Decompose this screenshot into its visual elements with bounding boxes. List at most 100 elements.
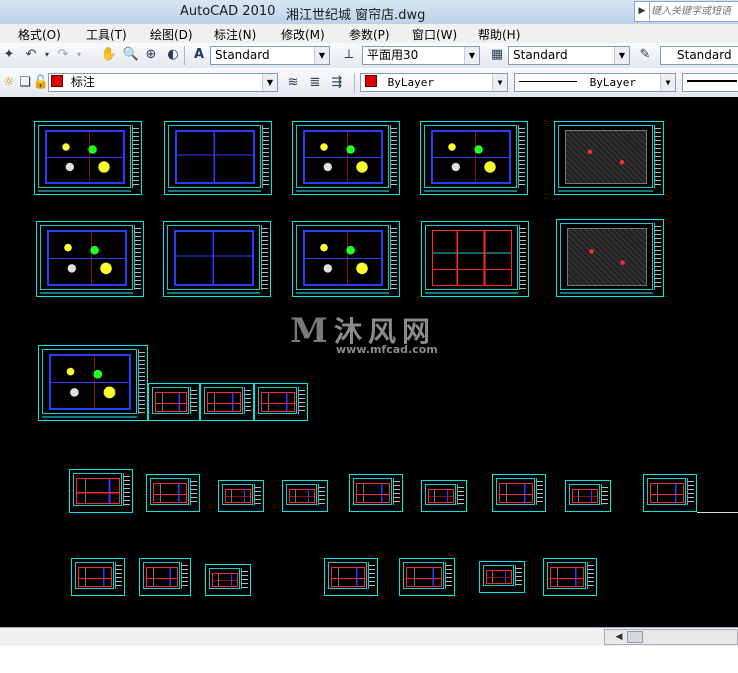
- chevron-down-icon[interactable]: ▼: [262, 74, 277, 91]
- drawing-sheet[interactable]: [148, 383, 200, 421]
- drawing-sheet[interactable]: [492, 474, 546, 512]
- drawing-sheet[interactable]: [421, 480, 467, 512]
- drawing-sheet[interactable]: [163, 221, 271, 297]
- drawing-sheet[interactable]: [543, 558, 597, 596]
- menu-modify[interactable]: 修改(M): [281, 26, 325, 43]
- layer-value: 标注: [70, 75, 95, 89]
- table-style-icon[interactable]: ▦: [488, 46, 506, 64]
- drawing-sheet[interactable]: [324, 558, 378, 596]
- dim-style-select[interactable]: 平面用30 ▼: [362, 46, 480, 65]
- sheet-border-strip: [167, 292, 260, 294]
- lineweight-select[interactable]: [682, 73, 738, 92]
- drawing-sheet[interactable]: [205, 564, 251, 596]
- drawing-sheet[interactable]: [554, 121, 664, 195]
- drawing-sheet[interactable]: [292, 221, 400, 297]
- chevron-down-icon[interactable]: ▼: [660, 74, 675, 91]
- zoom-previous-icon[interactable]: ◐: [164, 46, 182, 64]
- sheet-title-block: [445, 562, 452, 589]
- drawing-sheet[interactable]: [282, 480, 328, 512]
- text-style-select[interactable]: Standard ▼: [210, 46, 330, 65]
- table-style-select[interactable]: Standard ▼: [508, 46, 630, 65]
- layer-previous-icon[interactable]: ≣: [306, 74, 324, 92]
- menu-help[interactable]: 帮助(H): [478, 26, 520, 43]
- layer-states-icon[interactable]: ≋: [284, 74, 302, 92]
- sheet-title-block: [519, 225, 526, 290]
- sparkle-icon[interactable]: ✦: [0, 46, 18, 64]
- chevron-down-icon[interactable]: ▼: [314, 47, 329, 64]
- elevation-drawing: [550, 567, 584, 587]
- floor-plan: [174, 230, 254, 286]
- infocenter-search[interactable]: ▶: [634, 1, 738, 22]
- sheet-border-strip: [560, 292, 653, 294]
- sheet-title-block: [687, 478, 694, 505]
- elevation-drawing: [406, 567, 442, 587]
- lineweight-preview: [687, 80, 737, 82]
- linetype-value: ByLayer: [589, 76, 636, 89]
- menu-dimension[interactable]: 标注(N): [214, 26, 256, 43]
- drawing-sheet[interactable]: [139, 558, 191, 596]
- drawing-sheet[interactable]: [36, 221, 144, 297]
- drawing-sheet[interactable]: [254, 383, 308, 421]
- drawing-sheet[interactable]: [69, 469, 133, 513]
- mleader-style-icon[interactable]: ✎: [636, 46, 654, 64]
- drawing-sheet[interactable]: [146, 474, 200, 512]
- drawing-sheet[interactable]: [71, 558, 125, 596]
- floor-plan: [565, 130, 647, 184]
- sheet-border-strip: [424, 190, 517, 192]
- zoom-icon[interactable]: 🔍: [122, 46, 140, 64]
- sheet-title-block: [190, 478, 197, 505]
- sheet-border-strip: [558, 190, 653, 192]
- menu-parametric[interactable]: 参数(P): [349, 26, 390, 43]
- menu-draw[interactable]: 绘图(D): [150, 26, 193, 43]
- drawing-sheet[interactable]: [399, 558, 455, 596]
- watermark-url: www.mfcad.com: [336, 343, 438, 356]
- collapse-arrow-icon[interactable]: ▶: [635, 2, 650, 21]
- menu-window[interactable]: 窗口(W): [412, 26, 457, 43]
- elevation-drawing: [146, 567, 178, 587]
- sheet-border-strip: [38, 190, 131, 192]
- dim-style-value: 平面用30: [367, 48, 419, 62]
- elevation-drawing: [356, 483, 390, 503]
- drawing-sheet[interactable]: [349, 474, 403, 512]
- drawing-sheet[interactable]: [38, 345, 148, 421]
- text-style-icon[interactable]: A: [190, 46, 208, 64]
- ceiling-plan: [431, 130, 511, 184]
- chevron-down-icon[interactable]: ▼: [492, 74, 507, 91]
- make-current-icon[interactable]: ⇶: [328, 74, 346, 92]
- drawing-sheet[interactable]: [218, 480, 264, 512]
- drawing-sheet[interactable]: [164, 121, 272, 195]
- menu-format[interactable]: 格式(O): [18, 26, 61, 43]
- drawing-sheet[interactable]: [643, 474, 697, 512]
- scroll-left-icon[interactable]: ◀: [613, 631, 625, 643]
- pan-icon[interactable]: ✋: [100, 46, 118, 64]
- drawing-sheet[interactable]: [34, 121, 142, 195]
- search-input[interactable]: [651, 3, 738, 20]
- drawing-canvas[interactable]: M 沐风网 www.mfcad.com: [0, 97, 738, 627]
- linetype-select[interactable]: ByLayer ▼: [514, 73, 676, 92]
- sheet-title-block: [123, 473, 130, 506]
- elevation-drawing: [225, 489, 251, 503]
- horizontal-scrollbar[interactable]: ◀: [604, 629, 738, 645]
- drawing-sheet[interactable]: [200, 383, 254, 421]
- chevron-down-icon[interactable]: ▼: [614, 47, 629, 64]
- menu-tools[interactable]: 工具(T): [86, 26, 127, 43]
- scroll-thumb[interactable]: [627, 631, 643, 643]
- drawing-sheet[interactable]: [565, 480, 611, 512]
- chevron-down-icon[interactable]: ▼: [464, 47, 479, 64]
- redo-dropdown-icon[interactable]: ▾: [70, 46, 88, 64]
- color-select[interactable]: ByLayer ▼: [360, 73, 508, 92]
- ceiling-plan: [303, 230, 383, 286]
- sheet-title-block: [134, 225, 141, 290]
- drawing-sheet[interactable]: [421, 221, 529, 297]
- styles-toolbar: ✦ ↶ ▾ ↷ ▾ ✋ 🔍 ⊕ ◐ A Standard ▼ ⟂ 平面用30 ▼…: [0, 43, 738, 69]
- file-title: 湘江世纪城 窗帘店.dwg: [286, 8, 426, 23]
- drawing-sheet[interactable]: [556, 219, 664, 297]
- drawing-sheet[interactable]: [479, 561, 525, 593]
- drawing-sheet[interactable]: [420, 121, 528, 195]
- drawing-sheet[interactable]: [292, 121, 400, 195]
- sheet-title-block: [181, 562, 188, 589]
- mleader-style-select[interactable]: Standard: [660, 46, 738, 65]
- zoom-window-icon[interactable]: ⊕: [142, 46, 160, 64]
- dim-style-icon[interactable]: ⟂: [340, 46, 358, 64]
- layer-select[interactable]: 标注 ▼: [48, 73, 278, 92]
